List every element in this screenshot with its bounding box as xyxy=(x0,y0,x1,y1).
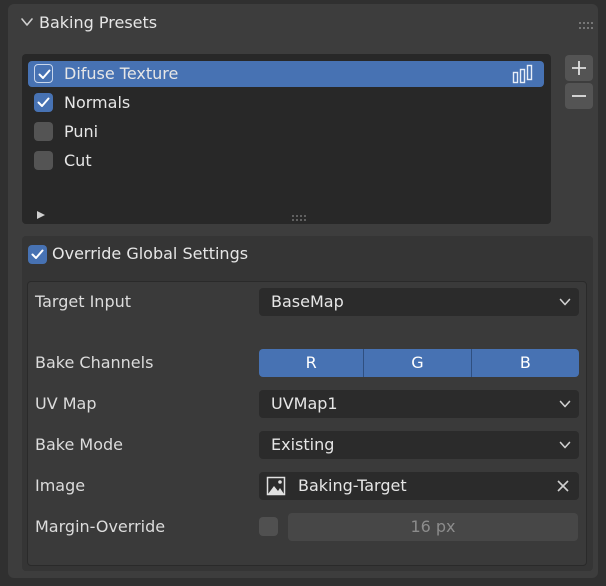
target-input-label: Target Input xyxy=(35,292,132,311)
plus-icon xyxy=(572,61,586,75)
expand-triangle-icon[interactable] xyxy=(36,205,46,219)
image-value: Baking-Target xyxy=(298,476,407,495)
preset-checkbox[interactable] xyxy=(34,64,53,83)
bake-mode-value: Existing xyxy=(271,435,335,454)
bake-bars-icon[interactable] xyxy=(512,64,534,84)
add-preset-button[interactable] xyxy=(565,55,593,81)
bake-channels-toggle-group: R G B xyxy=(259,349,579,377)
preset-checkbox[interactable] xyxy=(34,151,53,170)
remove-preset-button[interactable] xyxy=(565,83,593,109)
uv-map-dropdown[interactable]: UVMap1 xyxy=(259,390,579,418)
minus-icon xyxy=(572,95,586,97)
margin-value-field[interactable]: 16 px xyxy=(288,513,578,541)
uv-map-value: UVMap1 xyxy=(271,394,338,413)
target-input-value: BaseMap xyxy=(271,292,344,311)
chevron-down-icon[interactable] xyxy=(20,14,34,28)
target-input-dropdown[interactable]: BaseMap xyxy=(259,288,579,316)
channel-b-toggle[interactable]: B xyxy=(471,349,579,377)
preset-item-label: Puni xyxy=(64,122,99,141)
preset-item-label: Difuse Texture xyxy=(64,64,179,83)
image-icon xyxy=(266,476,286,496)
drag-grip-icon[interactable] xyxy=(578,16,594,29)
list-resize-grip-icon[interactable] xyxy=(291,207,309,221)
bake-channels-label: Bake Channels xyxy=(35,353,154,372)
preset-item-label: Cut xyxy=(64,151,92,170)
channel-r-toggle[interactable]: R xyxy=(259,349,365,377)
margin-override-label: Margin-Override xyxy=(35,517,166,536)
preset-item-difuse-texture[interactable]: Difuse Texture xyxy=(28,61,544,87)
image-selector[interactable]: Baking-Target xyxy=(259,472,579,500)
preset-item-label: Normals xyxy=(64,93,131,112)
override-global-label[interactable]: Override Global Settings xyxy=(52,244,248,263)
chevron-down-icon xyxy=(559,441,571,449)
close-icon xyxy=(557,480,569,492)
preset-checkbox[interactable] xyxy=(34,93,53,112)
chevron-down-icon xyxy=(559,400,571,408)
preset-item-cut[interactable]: Cut xyxy=(28,148,544,174)
chevron-down-icon xyxy=(559,298,571,306)
panel-title[interactable]: Baking Presets xyxy=(39,13,157,32)
bake-mode-label: Bake Mode xyxy=(35,435,123,454)
channel-g-toggle[interactable]: G xyxy=(364,349,472,377)
uv-map-label: UV Map xyxy=(35,394,97,413)
preset-item-puni[interactable]: Puni xyxy=(28,119,544,145)
margin-override-checkbox[interactable] xyxy=(259,517,278,536)
preset-item-normals[interactable]: Normals xyxy=(28,90,544,116)
bake-mode-dropdown[interactable]: Existing xyxy=(259,431,579,459)
preset-checkbox[interactable] xyxy=(34,122,53,141)
override-global-checkbox[interactable] xyxy=(28,245,47,264)
image-label: Image xyxy=(35,476,86,495)
